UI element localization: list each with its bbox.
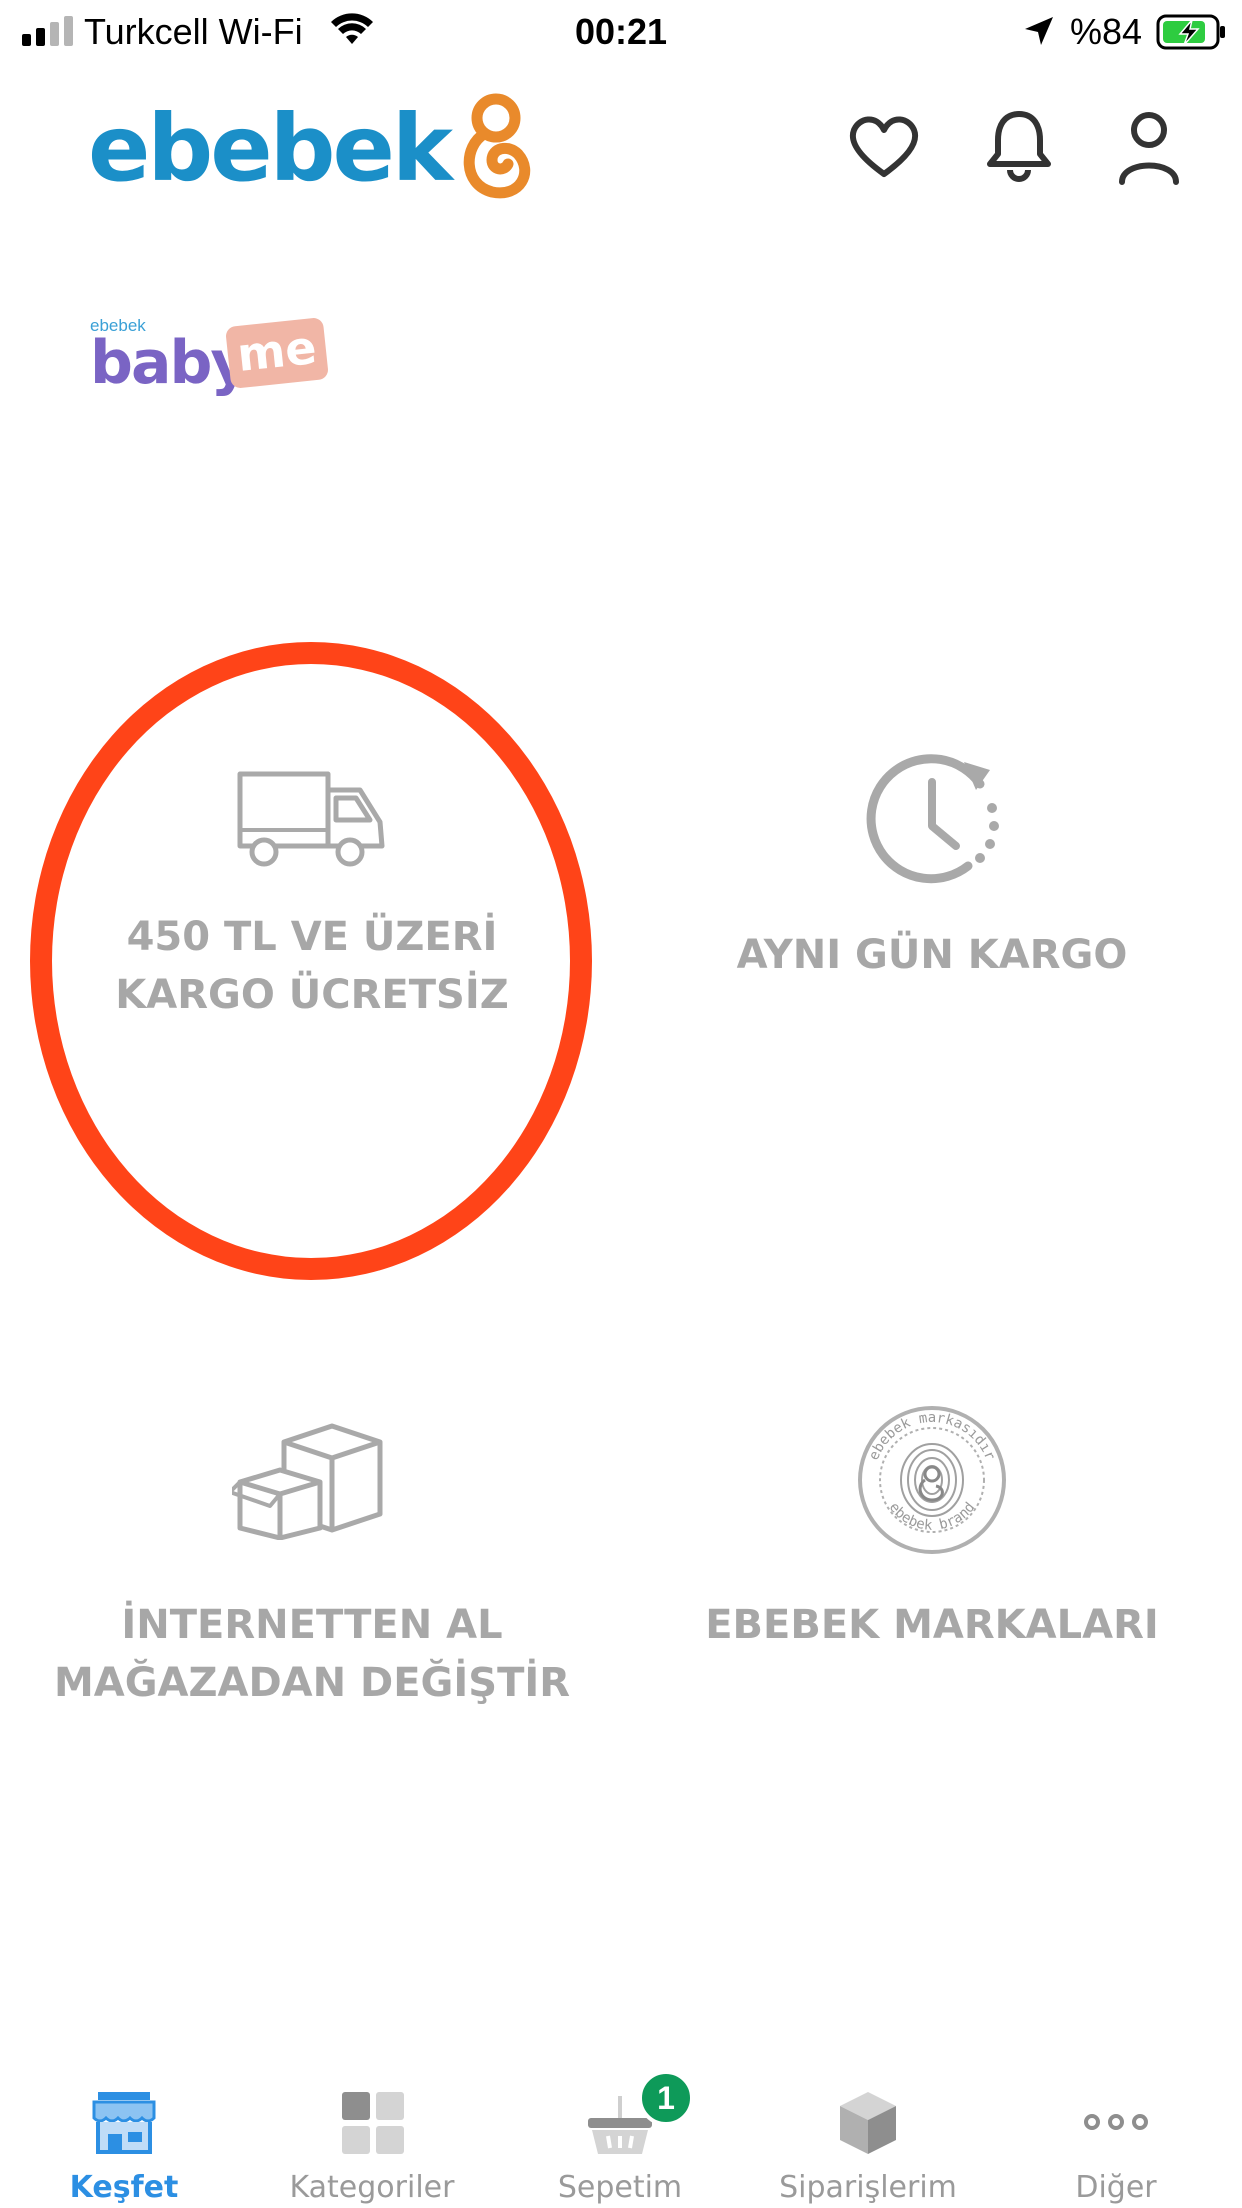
boxes-icon bbox=[232, 1423, 383, 1540]
tab-sepetim[interactable]: Sepetim 1 bbox=[496, 2070, 744, 2206]
store-icon bbox=[92, 2092, 156, 2154]
feature-label: AYNI GÜN KARGO bbox=[736, 932, 1128, 978]
logo-text: ebebek bbox=[88, 95, 453, 202]
grid-icon bbox=[342, 2092, 404, 2154]
app-header: ebebek bbox=[0, 90, 1242, 210]
heart-icon[interactable] bbox=[846, 112, 922, 180]
feature-label: EBEBEK MARKALARI bbox=[705, 1602, 1159, 1648]
user-icon[interactable] bbox=[1118, 110, 1180, 186]
logo-mark-icon bbox=[463, 93, 531, 199]
bell-icon[interactable] bbox=[984, 108, 1054, 182]
feature-same-day-shipping[interactable]: AYNI GÜN KARGO bbox=[652, 738, 1212, 984]
brand-stamp-icon: ebebek markasıdır ebebek brand bbox=[858, 1406, 1006, 1554]
cart-count-badge: 1 bbox=[638, 2070, 694, 2126]
tab-kategoriler[interactable]: Kategoriler bbox=[248, 2070, 496, 2206]
tab-siparislerim[interactable]: Siparişlerim bbox=[744, 2070, 992, 2206]
tab-diger[interactable]: Diğer bbox=[992, 2070, 1240, 2206]
babyme-logo[interactable]: ebebek baby me bbox=[90, 316, 330, 406]
more-dots-icon bbox=[1084, 2114, 1148, 2130]
feature-buy-online-exchange-store[interactable]: İNTERNETTEN AL MAĞAZADAN DEĞİŞTİR bbox=[32, 1420, 592, 1712]
battery-percentage: %84 bbox=[1070, 11, 1143, 52]
clock-icon bbox=[866, 754, 999, 884]
tab-label: Siparişlerim bbox=[779, 2170, 957, 2205]
screen: Turkcell Wi-Fi 00:21 %84 ebebek ebebek b… bbox=[0, 0, 1242, 2208]
tab-label: Sepetim bbox=[557, 2170, 683, 2205]
bottom-tab-bar: Keşfet Kategoriler Sepetim 1 Siparişleri… bbox=[0, 2070, 1242, 2208]
tab-kesfet[interactable]: Keşfet bbox=[0, 2070, 248, 2206]
feature-ebebek-brands[interactable]: ebebek markasıdır ebebek brand EBEBEK MA… bbox=[652, 1400, 1212, 1654]
status-bar: Turkcell Wi-Fi 00:21 %84 bbox=[0, 0, 1242, 64]
location-arrow-icon bbox=[1025, 17, 1053, 45]
ebebek-logo[interactable]: ebebek bbox=[88, 93, 536, 204]
tab-label: Kategoriler bbox=[289, 2170, 455, 2205]
battery-charging-icon bbox=[1156, 14, 1225, 50]
highlight-circle-annotation bbox=[30, 642, 592, 1280]
tab-label: Diğer bbox=[1075, 2170, 1157, 2205]
package-icon bbox=[840, 2092, 896, 2154]
babyme-me-text: me bbox=[225, 317, 329, 389]
babyme-baby-text: baby bbox=[90, 328, 249, 398]
tab-label: Keşfet bbox=[69, 2170, 179, 2205]
feature-label: İNTERNETTEN AL MAĞAZADAN DEĞİŞTİR bbox=[53, 1602, 571, 1706]
